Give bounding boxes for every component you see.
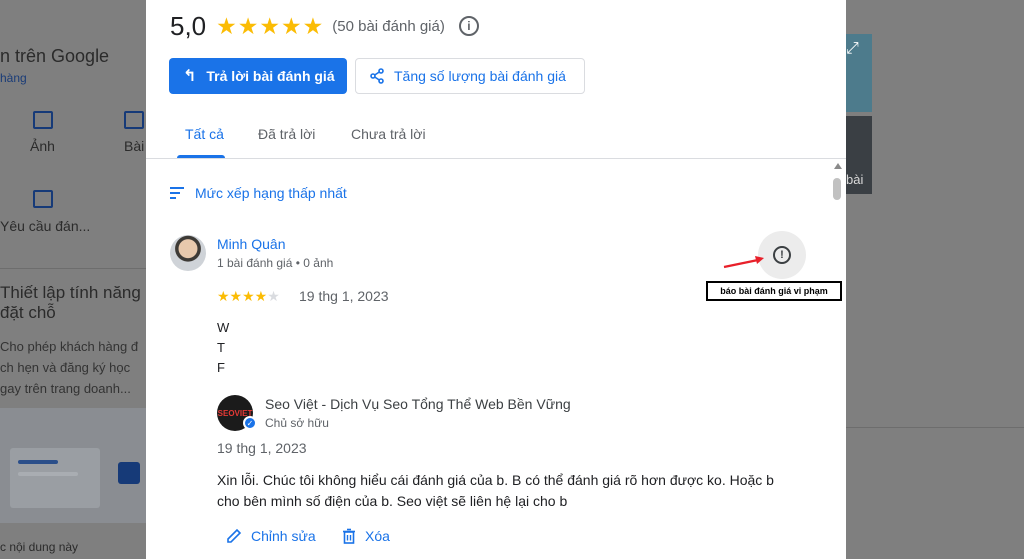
delete-reply-button[interactable]: Xóa [342,528,390,544]
review-text: W T F [217,320,230,375]
bg-photo-caption: bài [846,172,864,187]
bg-title: n trên Google [0,46,110,66]
bg-illustration [0,408,146,523]
reviewer-name[interactable]: Minh Quân [217,236,285,252]
reviewer-meta: 1 bài đánh giá • 0 ảnh [217,256,334,270]
reply-date: 19 thg 1, 2023 [217,440,307,456]
check-icon [118,462,140,484]
active-tab-indicator [177,155,225,158]
bg-photos-label: Ảnh [30,138,55,154]
background-page-right: ⤢ bài [846,0,1024,559]
expand-icon: ⤢ [846,40,859,57]
owner-name: Seo Việt - Dịch Vụ Seo Tổng Thể Web Bền … [265,396,571,412]
rating-summary: 5,0 ★★★★★ (50 bài đánh giá) i [170,10,479,42]
bg-posts-label: Bài [124,138,145,154]
bg-subtitle: hàng [0,71,27,85]
reviewer-avatar[interactable] [170,235,206,271]
tab-all[interactable]: Tất cả [185,126,224,142]
post-icon [124,111,144,129]
bg-request-label: Yêu cầu đán... [0,218,91,234]
star-rating-icons: ★★★★★ [216,12,325,39]
background-page-left: n trên Google hàng Ảnh Bài Yêu cầu đán..… [0,0,146,559]
pencil-icon [227,528,242,543]
annotation-label: báo bài đánh giá vi phạm [706,281,842,301]
bg-divider [0,268,146,269]
scroll-up-arrow[interactable] [834,163,842,169]
reply-text: Xin lỗi. Chúc tôi không hiểu cái đánh gi… [217,472,774,509]
owner-role: Chủ sở hữu [265,416,329,430]
tab-replied[interactable]: Đã trả lời [258,126,315,142]
get-more-reviews-button[interactable]: Tăng số lượng bài đánh giá [355,58,585,94]
share-icon [370,68,384,84]
edit-reply-button[interactable]: Chỉnh sửa [226,528,316,544]
verified-check-icon: ✓ [243,416,257,430]
bg-divider [846,427,1024,428]
request-icon [33,190,53,208]
tab-unreplied[interactable]: Chưa trả lời [351,126,426,142]
sort-dropdown[interactable]: Mức xếp hạng thấp nhất [170,184,347,202]
average-rating: 5,0 [170,10,207,41]
bg-section-body: Cho phép khách hàng đ ch hẹn và đăng ký … [0,339,139,396]
annotation-arrow [723,256,764,269]
sort-icon [170,184,184,202]
review-count: (50 bài đánh giá) [332,17,445,35]
scrollbar-thumb[interactable] [833,178,841,200]
review-filter-tabs: Tất cả Đã trả lời Chưa trả lời [146,112,846,159]
info-icon[interactable]: i [458,16,479,36]
sort-label: Mức xếp hạng thấp nhất [195,185,347,201]
bg-footer: c nội dung này [0,540,79,554]
bg-section-title: Thiết lập tính năng đặt chỗ [0,283,141,322]
review-star-rating: ★★★★★ [217,288,280,304]
review-date: 19 thg 1, 2023 [299,288,389,304]
reply-to-review-button[interactable]: ↰ Trả lời bài đánh giá [169,58,347,94]
reviews-dialog: 5,0 ★★★★★ (50 bài đánh giá) i ↰ Trả lời … [146,0,846,559]
reply-icon: ↰ [183,68,197,85]
flag-alert-icon: ! [773,246,791,264]
trash-icon [343,528,355,544]
photo-icon [33,111,53,129]
